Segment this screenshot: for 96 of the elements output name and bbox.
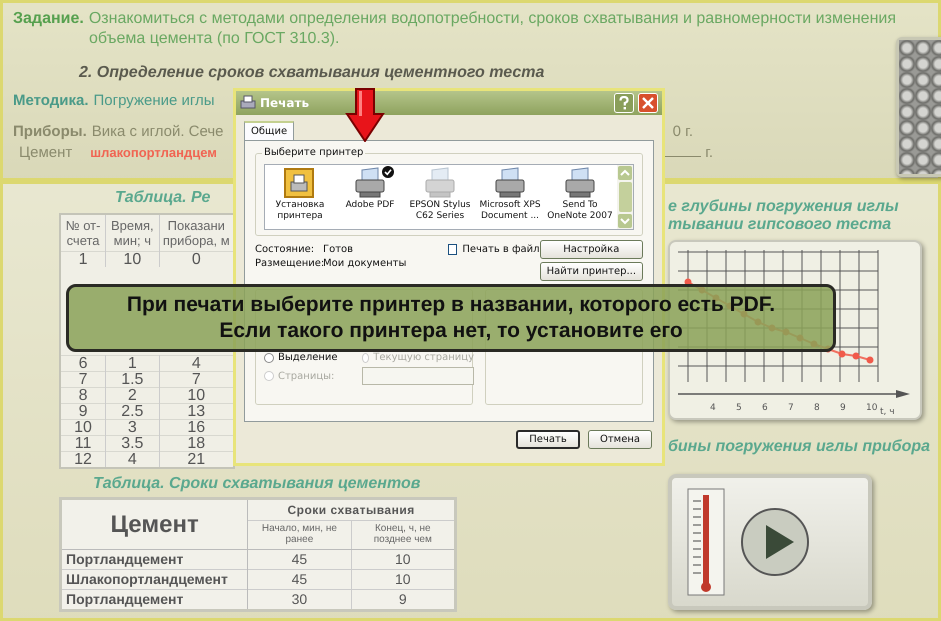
scrollbar[interactable] xyxy=(617,165,633,229)
input-field[interactable] xyxy=(362,367,474,385)
radio-label: Страницы: xyxy=(278,370,334,382)
printer-item[interactable]: Microsoft XPS Document ... xyxy=(475,166,545,229)
axis-tick-label: 10 xyxy=(866,403,878,413)
table-cell: Портландцемент xyxy=(60,550,248,570)
table-cell: 3 xyxy=(106,420,160,436)
table-cell: 6 xyxy=(60,356,106,372)
down-arrow-icon xyxy=(345,88,385,142)
field-value: Мои документы xyxy=(323,258,408,270)
unit-text: г. xyxy=(705,144,713,161)
radio-button[interactable] xyxy=(264,352,274,362)
column-header: Сроки схватывания xyxy=(248,498,456,520)
find-printer-button[interactable]: Найти принтер... xyxy=(540,262,643,281)
table-title: Таблица. Сроки схватывания цементов xyxy=(93,475,420,493)
table-cell: 9 xyxy=(351,590,456,610)
axis-tick-label: 5 xyxy=(736,403,742,413)
table-cell: 7 xyxy=(60,372,106,388)
axis-tick-label: 8 xyxy=(814,403,820,413)
printer-icon xyxy=(240,95,256,111)
printer-name: Microsoft XPS Document ... xyxy=(479,200,541,222)
table-cell: 4 xyxy=(106,452,160,468)
printer-name: Установка принтера xyxy=(276,200,324,222)
devices-label: Приборы. xyxy=(13,123,87,140)
close-button[interactable] xyxy=(638,93,658,113)
printer-item[interactable]: Установка принтера xyxy=(265,166,335,229)
fill-in-line xyxy=(665,155,702,157)
section-title: 2. Определение сроков схватывания цементного теста xyxy=(79,64,546,82)
printer-name: Send To OneNote 2007 xyxy=(547,200,613,222)
tab[interactable]: Общие xyxy=(244,121,294,140)
table-cell: 8 xyxy=(60,388,106,404)
field-label: Размещение: xyxy=(255,258,323,270)
table-cell: 10 xyxy=(106,252,160,267)
axis-tick-label: 6 xyxy=(762,403,768,413)
column-header: Время, мин; ч xyxy=(106,214,160,252)
dialog-button[interactable]: Отмена xyxy=(588,430,652,449)
table-cell: 12 xyxy=(60,452,106,468)
table-cell: 2 xyxy=(106,388,160,404)
radio-label: Выделение xyxy=(278,352,338,363)
chart-title: е глубины погружения иглы xyxy=(668,198,899,216)
table-cell: 10 xyxy=(60,420,106,436)
table-cell: Портландцемент xyxy=(60,590,248,610)
table-cell: 2.5 xyxy=(106,404,160,420)
chart-title: тывании гипсового теста xyxy=(668,216,892,234)
task-text: Ознакомиться с методами определения водопотребности, сроков схватывания и равномерности изменения xyxy=(88,10,896,27)
table-cell: 30 xyxy=(248,590,352,610)
table-cell: 9 xyxy=(60,404,106,420)
field-label: Состояние: xyxy=(255,244,316,256)
caption-text: бины погружения иглы прибора xyxy=(668,438,930,456)
field-value: Готов xyxy=(323,244,354,256)
printer-item[interactable]: Send To OneNote 2007 xyxy=(545,166,615,229)
table-cell: 11 xyxy=(60,436,106,452)
cement-label: Цемент xyxy=(19,144,72,161)
setup-button[interactable]: Настройка xyxy=(540,240,643,259)
axis-tick-label: 9 xyxy=(840,403,846,413)
table-cell: 3.5 xyxy=(106,436,160,452)
checkbox-label: Печать в файл xyxy=(462,244,540,255)
table-cell: 45 xyxy=(248,550,352,570)
printer-name: Adobe PDF xyxy=(346,200,394,211)
play-icon xyxy=(740,507,810,577)
column-header: № от-счета xyxy=(60,214,106,252)
help-icon xyxy=(618,96,630,110)
column-header: Начало, мин, не ранее xyxy=(248,520,352,550)
devices-text: Вика с иглой. Сече xyxy=(92,123,224,140)
method-label: Методика. xyxy=(13,92,89,109)
printer-item[interactable]: Adobe PDF xyxy=(335,166,405,229)
column-header: Цемент xyxy=(60,498,248,550)
scroll-thumb[interactable] xyxy=(618,182,632,212)
table-cell: Шлакопортландцемент xyxy=(60,570,248,590)
table-title: Таблица. Ре xyxy=(115,189,210,207)
column-header: Конец, ч, не позднее чем xyxy=(351,520,456,550)
printer-name: EPSON Stylus C62 Series xyxy=(410,200,470,222)
axis-tick-label: 4 xyxy=(710,403,716,413)
help-button[interactable] xyxy=(614,93,634,113)
table-cell: 10 xyxy=(351,570,456,590)
close-icon xyxy=(642,97,654,109)
table-cell: 1.5 xyxy=(106,372,160,388)
table-cell: 10 xyxy=(351,550,456,570)
table-cell: 1 xyxy=(106,356,160,372)
task-text: объема цемента (по ГОСТ 310.3). xyxy=(89,29,340,49)
checkbox[interactable] xyxy=(448,244,458,255)
banner-text: Если такого принтера нет, то установите его xyxy=(219,318,683,344)
window-title: Печать xyxy=(260,96,310,110)
dialog-button[interactable]: Печать xyxy=(516,430,580,449)
devices-text: 0 г. xyxy=(672,123,693,140)
group-title: Выберите принтер xyxy=(262,147,366,158)
axis-label: t, ч xyxy=(880,407,895,417)
axis-tick-label: 7 xyxy=(788,403,794,413)
printer-item[interactable]: EPSON Stylus C62 Series xyxy=(405,166,475,229)
cement-value: шлакопортландцем xyxy=(90,145,217,160)
table-cell: 45 xyxy=(248,570,352,590)
method-text: Погружение иглы xyxy=(94,92,215,109)
task-label: Задание. xyxy=(13,10,84,27)
banner-text: При печати выберите принтер в названии, которого есть PDF. xyxy=(126,292,776,318)
radio-label: Текущую страницу xyxy=(373,352,474,363)
table-cell: 1 xyxy=(60,252,106,267)
